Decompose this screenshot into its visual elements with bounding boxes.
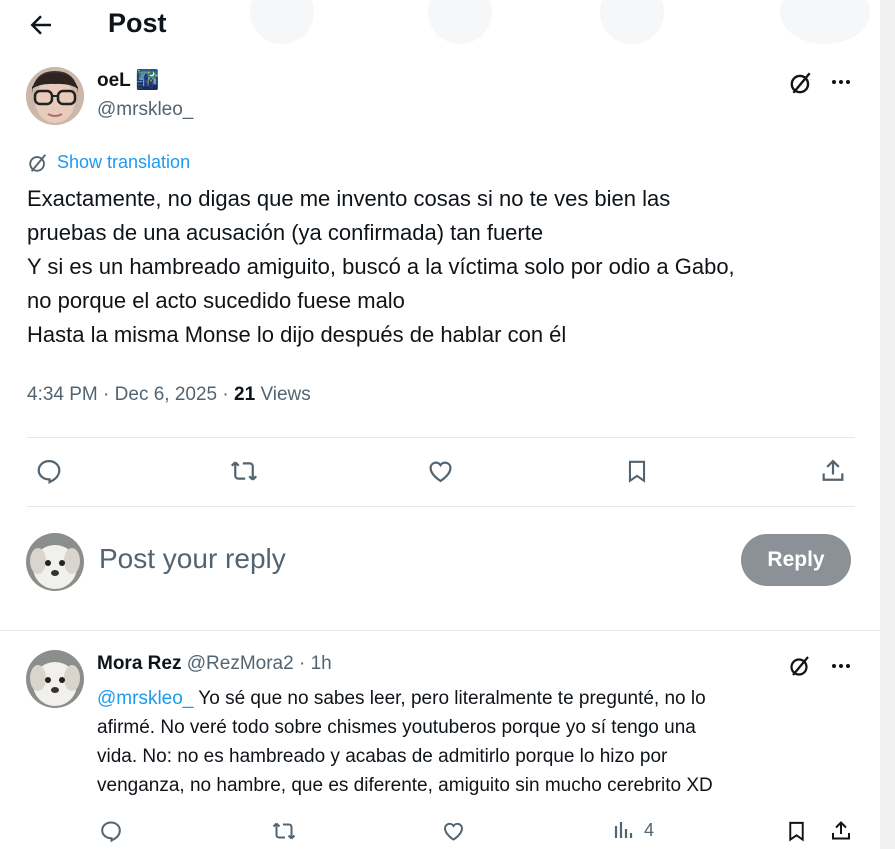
reply-views-count: 4 bbox=[644, 819, 655, 840]
repost-icon[interactable] bbox=[229, 457, 259, 485]
repost-icon[interactable] bbox=[271, 819, 297, 843]
views-icon bbox=[614, 822, 633, 838]
post-text-line: Y si es un hambreado amiguito, buscó a l… bbox=[27, 254, 735, 279]
header-ghost-circle bbox=[780, 0, 870, 44]
reply-text-line: venganza, no hambre, que es diferente, a… bbox=[97, 775, 713, 796]
my-avatar[interactable] bbox=[26, 533, 84, 591]
show-translation-link[interactable]: Show translation bbox=[57, 152, 190, 173]
more-icon[interactable] bbox=[829, 70, 853, 94]
more-icon[interactable] bbox=[829, 654, 853, 678]
post-text-line: no porque el acto sucedido fuese malo bbox=[27, 288, 405, 313]
grok-icon[interactable] bbox=[788, 654, 812, 678]
like-icon[interactable] bbox=[426, 457, 455, 485]
post-date[interactable]: Dec 6, 2025 bbox=[115, 384, 217, 405]
grok-icon[interactable] bbox=[788, 70, 814, 96]
back-arrow-icon[interactable] bbox=[26, 10, 56, 40]
post-time[interactable]: 4:34 PM bbox=[27, 384, 98, 405]
scrollbar[interactable] bbox=[880, 0, 895, 849]
meta-separator: · bbox=[298, 653, 306, 674]
share-icon[interactable] bbox=[819, 457, 847, 485]
reply-text-line: afirmé. No veré todo sobre chismes youtu… bbox=[97, 717, 696, 738]
bookmark-icon[interactable] bbox=[624, 457, 650, 485]
reply-author-handle[interactable]: @RezMora2 bbox=[187, 653, 294, 674]
author-handle[interactable]: @mrskleo_ bbox=[97, 99, 193, 121]
reply-author-avatar[interactable] bbox=[26, 650, 84, 708]
like-icon[interactable] bbox=[441, 819, 466, 843]
author-name[interactable]: oeL 🌃 bbox=[97, 68, 159, 92]
header-ghost-circle bbox=[250, 0, 314, 44]
reply-time[interactable]: 1h bbox=[311, 653, 332, 674]
post-meta: 4:34 PM · Dec 6, 2025 · 21 Views bbox=[27, 384, 311, 406]
meta-separator: · bbox=[103, 384, 110, 405]
divider bbox=[27, 506, 855, 507]
reply-text-segment: Yo sé que no sabes leer, pero literalmen… bbox=[193, 688, 706, 709]
reply-header: Mora Rez @RezMora2 · 1h bbox=[97, 653, 332, 675]
share-icon[interactable] bbox=[829, 819, 853, 843]
reply-text: @mrskleo_ Yo sé que no sabes leer, pero … bbox=[97, 684, 857, 800]
reply-author-name[interactable]: Mora Rez bbox=[97, 653, 181, 674]
author-avatar[interactable] bbox=[26, 67, 84, 125]
meta-separator: · bbox=[222, 384, 229, 405]
post-text-line: Hasta la misma Monse lo dijo después de … bbox=[27, 322, 567, 347]
views-label: Views bbox=[260, 384, 311, 405]
translate-icon bbox=[27, 152, 49, 174]
header-ghost-circle bbox=[600, 0, 664, 44]
views-count: 21 bbox=[234, 384, 256, 405]
post-text-line: Exactamente, no digas que me invento cos… bbox=[27, 186, 671, 211]
reply-icon[interactable] bbox=[99, 819, 123, 843]
bookmark-icon[interactable] bbox=[785, 819, 808, 843]
page-title: Post bbox=[108, 8, 167, 38]
mention-link[interactable]: @mrskleo_ bbox=[97, 688, 193, 709]
reply-text-line: @mrskleo_ Yo sé que no sabes leer, pero … bbox=[97, 684, 857, 713]
reply-button[interactable]: Reply bbox=[741, 534, 851, 586]
views-button[interactable]: 4 bbox=[612, 818, 654, 842]
header-ghost-circle bbox=[428, 0, 492, 44]
post-text: Exactamente, no digas que me invento cos… bbox=[27, 182, 867, 352]
divider bbox=[0, 630, 880, 631]
reply-input[interactable]: Post your reply bbox=[99, 543, 286, 575]
reply-icon[interactable] bbox=[35, 457, 63, 485]
reply-text-line: vida. No: no es hambreado y acabas de ad… bbox=[97, 746, 668, 767]
post-text-line: pruebas de una acusación (ya confirmada)… bbox=[27, 220, 544, 245]
divider bbox=[27, 437, 855, 438]
